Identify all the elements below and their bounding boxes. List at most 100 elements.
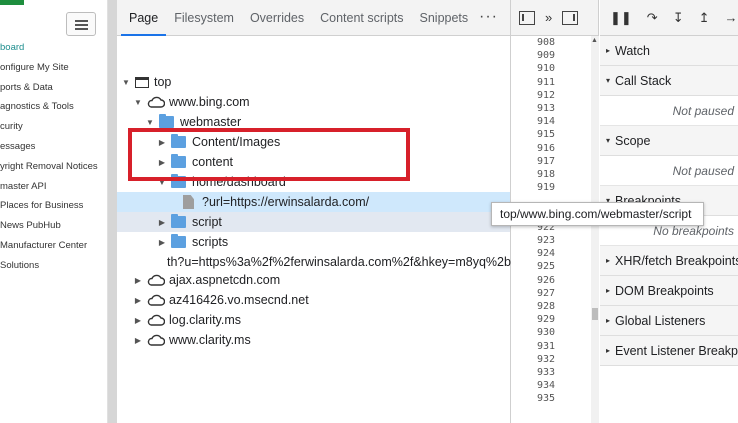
page-scrollbar[interactable] [108,0,117,423]
step-over-icon[interactable]: ↷ [647,10,658,26]
section-event-listener-breakpoints[interactable]: ▸ Event Listener Breakpoints [600,336,738,366]
line-number[interactable]: 927 [537,288,555,300]
section-scope[interactable]: ▾ Scope [600,126,738,156]
tab-content-scripts[interactable]: Content scripts [312,0,411,36]
editor-scrollbar-thumb[interactable] [592,308,598,320]
line-number[interactable]: 912 [537,90,555,102]
pause-icon[interactable]: ❚❚ [610,10,632,26]
section-title: Call Stack [615,73,672,88]
line-number[interactable]: 918 [537,169,555,181]
line-number[interactable]: 913 [537,103,555,115]
expand-triangle-icon[interactable]: ▶ [157,218,167,227]
tab-filesystem[interactable]: Filesystem [166,0,242,36]
site-nav-item[interactable]: ports & Data [0,78,98,98]
site-nav-item[interactable]: Solutions [0,256,98,276]
section-dom-breakpoints[interactable]: ▸ DOM Breakpoints [600,276,738,306]
tree-item[interactable]: ▶ Content/Images [117,132,510,152]
cloud-icon [147,334,165,346]
line-number[interactable]: 924 [537,248,555,260]
site-nav-item[interactable]: yright Removal Notices [0,157,98,177]
editor-scrollbar[interactable] [591,36,599,423]
tab-page[interactable]: Page [121,0,167,36]
toggle-navigator-icon[interactable] [519,10,535,25]
step-out-icon[interactable]: ↥ [699,10,710,26]
expand-triangle-icon[interactable]: ▶ [157,158,167,167]
tree-item[interactable]: ▶ www.clarity.ms [117,330,510,350]
site-nav-list: board onfigure My Site ports & Data agno… [0,38,98,276]
expand-triangle-icon[interactable]: ▶ [133,316,143,325]
collapse-triangle-icon[interactable]: ▼ [133,98,143,107]
line-number[interactable]: 931 [537,341,555,353]
tree-item[interactable]: ▼ top [117,72,510,92]
site-nav-item[interactable]: Manufacturer Center [0,236,98,256]
step-icon[interactable]: → [725,10,738,25]
line-number[interactable]: 915 [537,129,555,141]
line-number[interactable]: 934 [537,380,555,392]
line-number[interactable]: 910 [537,63,555,75]
line-number[interactable]: 919 [537,182,555,194]
line-number[interactable]: 911 [537,77,555,89]
expand-triangle-icon[interactable]: ▶ [133,296,143,305]
section-watch[interactable]: ▸ Watch [600,36,738,66]
section-call-stack[interactable]: ▾ Call Stack [600,66,738,96]
expand-triangle-icon[interactable]: ▶ [133,336,143,345]
line-number[interactable]: 909 [537,50,555,62]
expand-triangle-icon[interactable]: ▶ [133,276,143,285]
tree-item[interactable]: ▼ home/dashboard [117,172,510,192]
line-number[interactable]: 935 [537,393,555,405]
site-nav-item[interactable]: Places for Business [0,196,98,216]
tree-item[interactable]: ▶ log.clarity.ms [117,310,510,330]
line-number[interactable]: 914 [537,116,555,128]
editor-toolbar: » [511,0,598,36]
folder-icon [171,214,186,228]
line-number[interactable]: 932 [537,354,555,366]
site-sidebar: board onfigure My Site ports & Data agno… [0,0,108,423]
toggle-debugger-icon[interactable] [562,10,579,25]
site-nav-item[interactable]: board [0,38,98,58]
step-into-icon[interactable]: ↧ [673,10,684,26]
brand-accent-bar [0,0,24,5]
cloud-icon [147,314,165,326]
expand-triangle-icon[interactable]: ▶ [157,138,167,147]
line-number[interactable]: 926 [537,275,555,287]
hamburger-menu-icon[interactable] [66,12,96,36]
tree-item-label: scripts [192,235,229,249]
section-title: DOM Breakpoints [615,283,714,298]
line-number[interactable]: 928 [537,301,555,313]
section-xhr-breakpoints[interactable]: ▸ XHR/fetch Breakpoints [600,246,738,276]
site-nav-item[interactable]: essages [0,137,98,157]
tree-item[interactable]: th?u=https%3a%2f%2ferwinsalarda.com%2f&h… [117,252,520,272]
expand-triangle-icon[interactable]: ▶ [157,238,167,247]
section-title: Global Listeners [615,313,706,328]
collapse-triangle-icon[interactable]: ▼ [121,78,131,87]
tree-item[interactable]: ▶ content [117,152,510,172]
section-global-listeners[interactable]: ▸ Global Listeners [600,306,738,336]
line-number[interactable]: 908 [537,37,555,49]
site-nav-item[interactable]: curity [0,117,98,137]
tree-item[interactable]: ▶ script [117,212,510,232]
line-number[interactable]: 916 [537,143,555,155]
tree-item[interactable]: ▼ webmaster [117,112,510,132]
collapse-triangle-icon[interactable]: ▼ [157,178,167,187]
collapse-triangle-icon[interactable]: ▼ [145,118,155,127]
more-tabs-icon[interactable]: ··· [479,8,498,26]
line-number[interactable]: 929 [537,314,555,326]
site-nav-item[interactable]: master API [0,177,98,197]
tree-item[interactable]: ▶ ajax.aspnetcdn.com [117,270,510,290]
site-nav-item[interactable]: onfigure My Site [0,58,98,78]
tree-item[interactable]: ▶ az416426.vo.msecnd.net [117,290,510,310]
more-tabs-chevron-icon[interactable]: » [545,10,552,25]
line-number[interactable]: 933 [537,367,555,379]
line-number[interactable]: 930 [537,327,555,339]
scroll-up-arrow-icon[interactable]: ▲ [591,37,598,44]
site-nav-item[interactable]: agnostics & Tools [0,97,98,117]
tab-overrides[interactable]: Overrides [242,0,312,36]
tree-item[interactable]: ▼ www.bing.com [117,92,510,112]
line-number[interactable]: 925 [537,261,555,273]
tree-item-selected[interactable]: ?url=https://erwinsalarda.com/ [117,192,510,212]
line-number[interactable]: 923 [537,235,555,247]
site-nav-item[interactable]: News PubHub [0,216,98,236]
line-number[interactable]: 917 [537,156,555,168]
tab-snippets[interactable]: Snippets [412,0,477,36]
tree-item[interactable]: ▶ scripts [117,232,510,252]
